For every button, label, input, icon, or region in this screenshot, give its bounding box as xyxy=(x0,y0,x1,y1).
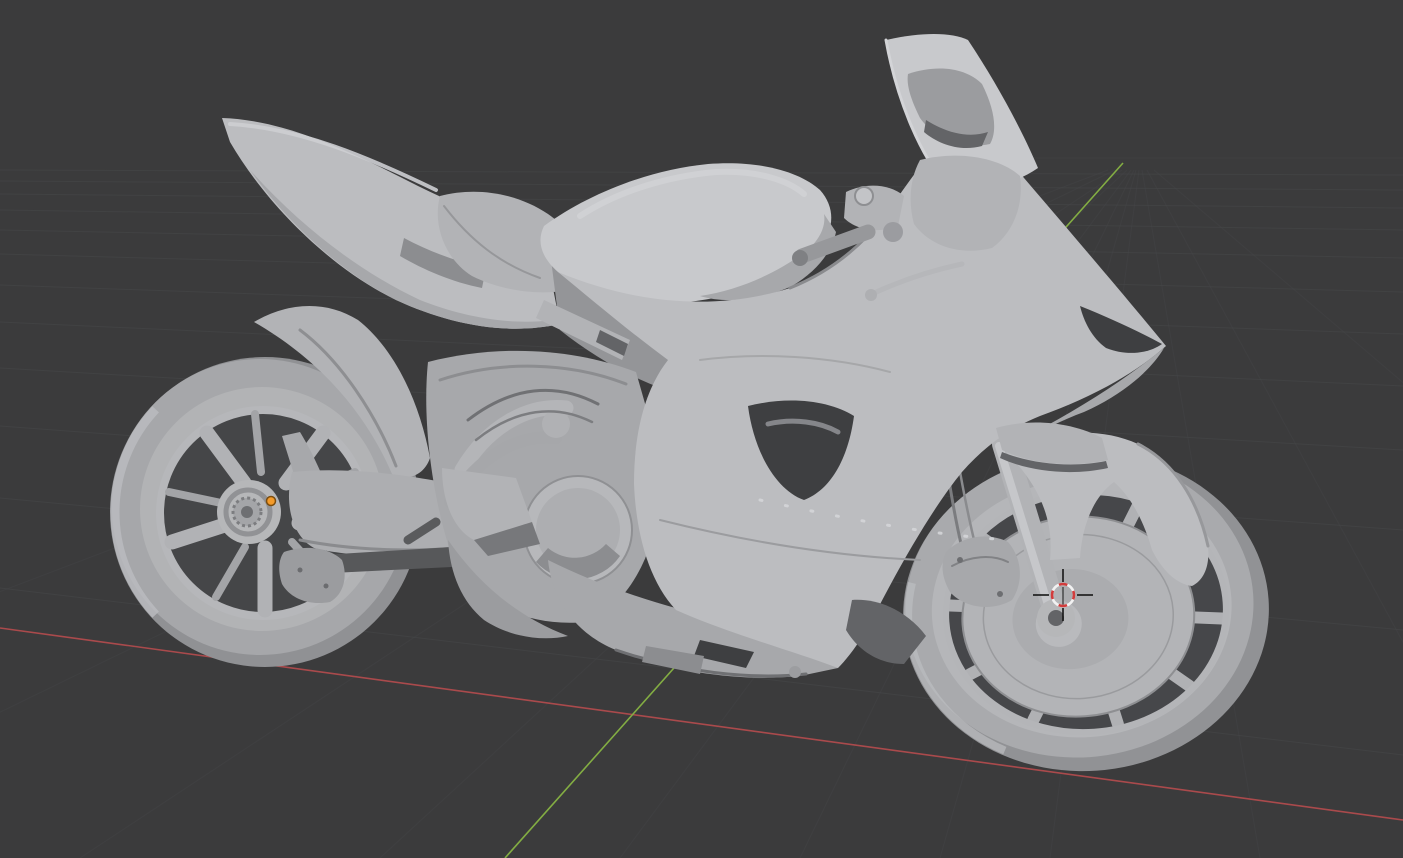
bar-end xyxy=(792,250,808,266)
switchgear xyxy=(883,222,903,242)
lever-ball xyxy=(865,289,877,301)
object-origin-point[interactable] xyxy=(267,497,276,506)
reservoir-cap xyxy=(855,187,873,205)
viewport-3d[interactable] xyxy=(0,0,1403,858)
